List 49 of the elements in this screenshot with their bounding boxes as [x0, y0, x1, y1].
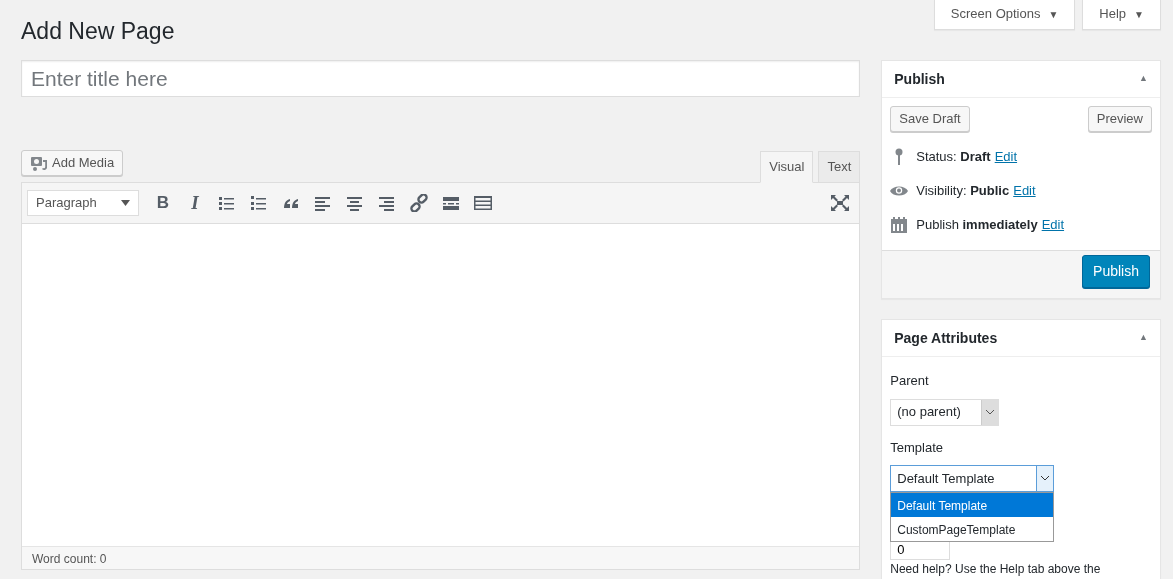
- toggle-tab[interactable]: Help ▼: [1082, 0, 1161, 30]
- add-media-button[interactable]: Add Media: [21, 150, 124, 176]
- list-icon[interactable]: [218, 194, 236, 212]
- align-center-icon[interactable]: [346, 194, 364, 212]
- title-field[interactable]: Enter title here: [21, 60, 861, 97]
- publish-button[interactable]: Publish: [1082, 255, 1150, 288]
- media-icon: [30, 154, 48, 172]
- panel-title: Publish: [894, 70, 945, 88]
- word-count: Word count: 0: [22, 546, 860, 569]
- caret-icon: [1041, 476, 1050, 481]
- status-text: Visibility: Public: [916, 182, 1010, 201]
- pin-icon: [895, 148, 904, 166]
- keyboard-icon[interactable]: [474, 194, 492, 212]
- numbered-list-icon[interactable]: [250, 194, 268, 212]
- fullscreen-icon[interactable]: [831, 195, 850, 211]
- edit-link[interactable]: Edit: [1041, 215, 1065, 235]
- dropdown-option[interactable]: Default Template: [891, 493, 1054, 517]
- align-left-icon[interactable]: [314, 194, 332, 212]
- template-select[interactable]: Default Template: [890, 465, 1055, 492]
- bold-button[interactable]: B: [149, 189, 177, 217]
- format-select[interactable]: Paragraph: [27, 190, 139, 216]
- help-text: Need help? Use the Help tab above the: [890, 562, 1102, 576]
- collapse-toggle-icon[interactable]: ▲: [1139, 72, 1148, 86]
- caret-icon: ▼: [1048, 9, 1059, 20]
- collapse-toggle-icon[interactable]: ▲: [1139, 331, 1148, 345]
- parent-select[interactable]: (no parent): [890, 398, 1000, 426]
- link-icon[interactable]: [410, 194, 428, 212]
- editor-tab[interactable]: Text: [818, 150, 861, 182]
- align-right-icon[interactable]: [378, 194, 396, 212]
- italic-button[interactable]: I: [181, 189, 209, 217]
- status-text: Status: Draft: [916, 148, 991, 167]
- eye-icon: [890, 185, 909, 197]
- editor-tab[interactable]: Visual: [760, 150, 814, 183]
- field-label: Parent: [890, 373, 929, 388]
- caret-icon: [121, 200, 130, 206]
- field-label: Template: [890, 439, 943, 455]
- calendar-icon: [890, 216, 909, 234]
- toggle-tab[interactable]: Screen Options ▼: [933, 0, 1076, 30]
- edit-link[interactable]: Edit: [994, 147, 1018, 167]
- status-text: Publish immediately: [916, 216, 1038, 235]
- panel-title: Page Attributes: [894, 329, 998, 347]
- preview-button[interactable]: Preview: [1087, 106, 1152, 132]
- read-more-icon[interactable]: [442, 194, 460, 212]
- page-heading: Add New Page: [21, 19, 175, 45]
- caret-icon: ▼: [1134, 9, 1144, 20]
- edit-link[interactable]: Edit: [1013, 181, 1036, 201]
- caret-icon: [986, 409, 995, 415]
- save-draft-button[interactable]: Save Draft: [890, 106, 970, 132]
- dropdown-option[interactable]: CustomPageTemplate: [891, 517, 1054, 541]
